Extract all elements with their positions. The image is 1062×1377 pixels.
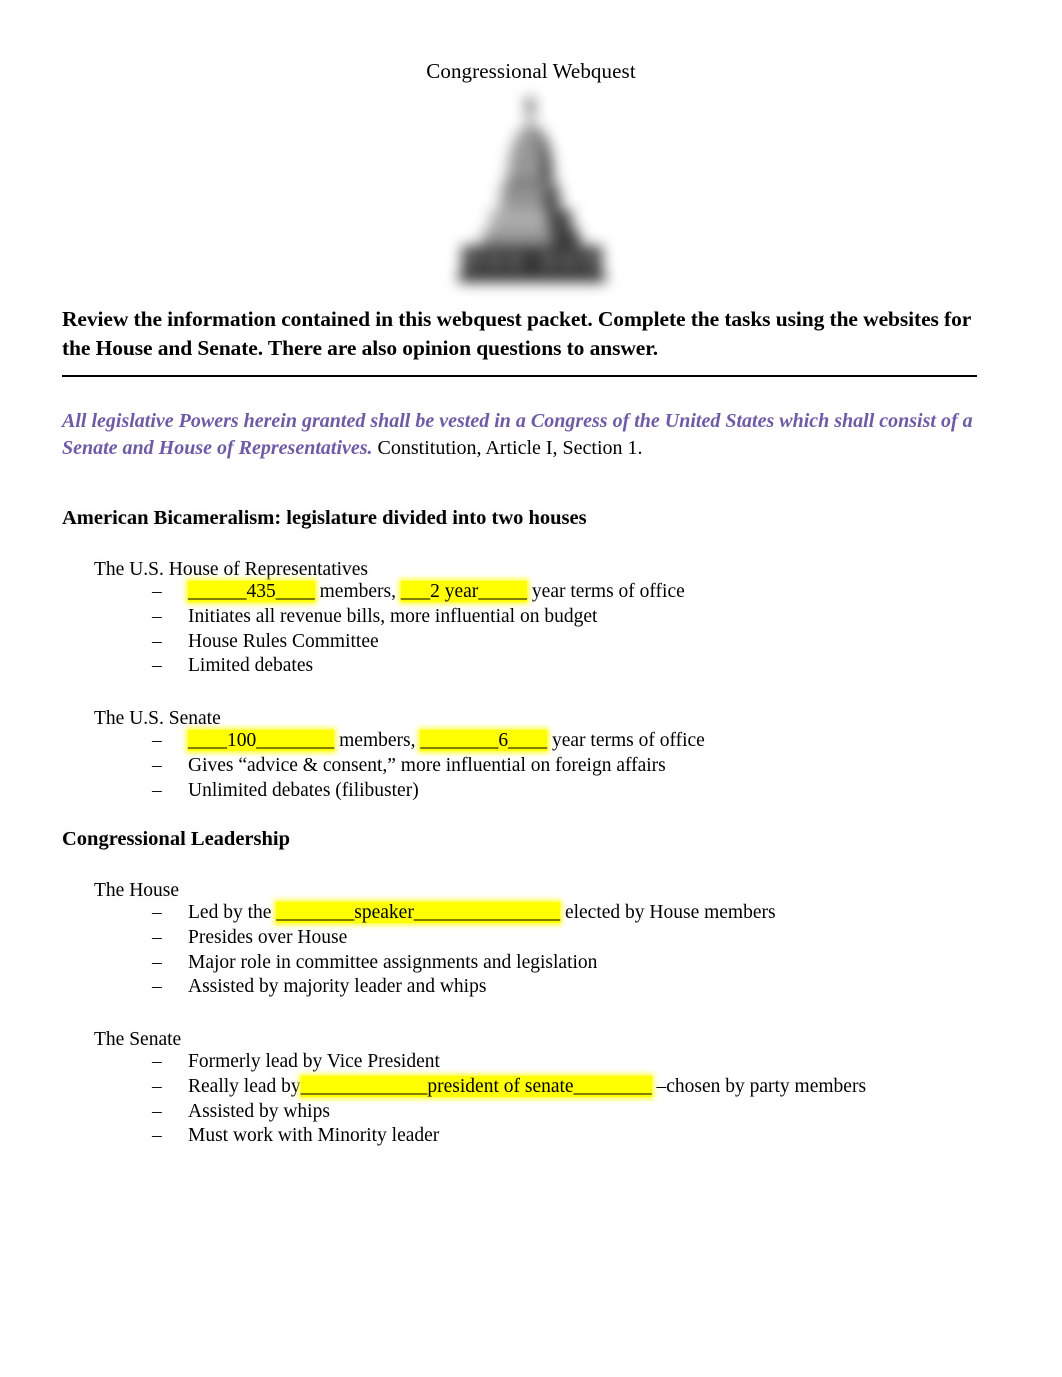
plain-text: Limited debates	[188, 655, 314, 677]
highlighted-answer: ________6____	[420, 730, 548, 751]
bullet-list-the-senate: – Formerly lead by Vice President – Really …	[152, 1050, 1032, 1149]
bullet-dash-icon: –	[152, 754, 162, 776]
plain-text: year terms of office	[547, 730, 705, 751]
bullet-dash-icon: –	[152, 1051, 162, 1072]
plain-text: Really lead by	[188, 1075, 301, 1097]
bullet-dash-icon: –	[152, 951, 162, 973]
plain-text: Led by the	[188, 902, 277, 923]
bullet-item: – ______435____ members, ___2 year_____ y…	[152, 580, 1032, 605]
bullet-dash-icon: –	[152, 730, 162, 751]
bullet-dash-icon: –	[152, 1125, 162, 1147]
bullet-item: – House Rules Committee	[152, 630, 1032, 655]
subheading-us-house: The U.S. House of Representatives	[94, 559, 369, 580]
bullet-text: Led by the ________speaker______________…	[188, 902, 776, 923]
bullet-item: – Led by the ________speaker_____________…	[152, 901, 1032, 926]
plain-text: members,	[334, 730, 421, 751]
plain-text: members,	[314, 581, 401, 602]
plain-text: Assisted by majority leader and whips	[188, 976, 487, 998]
bullet-list-us-senate: – ____100________ members, ________6____ …	[152, 729, 1032, 803]
highlighted-answer: ________speaker_______________	[276, 902, 561, 923]
bullet-item: – Major role in committee assignments and…	[152, 951, 1032, 976]
bullet-dash-icon: –	[152, 1075, 162, 1097]
bullet-dash-icon: –	[152, 581, 162, 602]
page-title: Congressional Webquest	[426, 59, 636, 83]
plain-text: House Rules Committee	[188, 630, 379, 652]
bullet-item: – Must work with Minority leader	[152, 1124, 1032, 1149]
intro-instructions: Review the information contained in this…	[62, 307, 971, 360]
bullet-dash-icon: –	[152, 655, 162, 677]
plain-text: Unlimited debates (filibuster)	[188, 779, 419, 801]
bullet-text: Must work with Minority leader	[188, 1125, 439, 1146]
bullet-dash-icon: –	[152, 1100, 162, 1122]
bullet-text: Gives “advice & consent,” more influenti…	[188, 755, 666, 776]
plain-text: Initiates all revenue bills, more influe…	[188, 605, 598, 627]
bullet-text: Assisted by majority leader and whips	[188, 976, 486, 997]
subheading-us-senate: The U.S. Senate	[94, 708, 221, 729]
plain-text: –chosen by party members	[651, 1075, 867, 1097]
plain-text: Presides over House	[188, 926, 348, 948]
plain-text: Must work with Minority leader	[188, 1125, 440, 1147]
constitution-quote: All legislative Powers herein granted sh…	[62, 408, 1002, 461]
subheading-the-senate: The Senate	[94, 1029, 182, 1050]
bullet-text: ______435____ members, ___2 year_____ ye…	[188, 581, 685, 602]
bullet-text: Limited debates	[188, 655, 313, 676]
bullet-item: – Really lead by_____________president of…	[152, 1075, 1032, 1100]
bullet-dash-icon: –	[152, 779, 162, 801]
plain-text: Major role in committee assignments and …	[188, 951, 598, 973]
horizontal-divider	[62, 375, 977, 377]
highlighted-answer: ______435____	[188, 581, 315, 602]
capitol-building-image	[452, 96, 612, 286]
bullet-item: – Presides over House	[152, 926, 1032, 951]
subheading-the-house: The House	[94, 880, 180, 901]
bullet-text: Formerly lead by Vice President	[188, 1051, 440, 1072]
bullet-list-us-house: – ______435____ members, ___2 year_____ y…	[152, 580, 1032, 679]
bullet-item: – Limited debates	[152, 654, 1032, 679]
bullet-item: – Initiates all revenue bills, more influ…	[152, 605, 1032, 630]
bullet-text: ____100________ members, ________6____ y…	[188, 730, 705, 751]
bullet-item: – Assisted by whips	[152, 1100, 1032, 1125]
plain-text: Assisted by whips	[188, 1100, 330, 1122]
section-heading-leadership: Congressional Leadership	[62, 828, 291, 850]
bullet-text: House Rules Committee	[188, 631, 379, 652]
highlighted-answer: ____100________	[188, 730, 335, 751]
plain-text: Formerly lead by Vice President	[188, 1051, 440, 1072]
highlighted-answer: ___2 year_____	[400, 581, 528, 602]
bullet-item: – Formerly lead by Vice President	[152, 1050, 1032, 1075]
plain-text: elected by House members	[560, 902, 776, 923]
bullet-text: Initiates all revenue bills, more influe…	[188, 606, 597, 627]
quote-citation: Constitution, Article I, Section 1.	[372, 436, 643, 459]
bullet-item: – Gives “advice & consent,” more influent…	[152, 754, 1032, 779]
bullet-item: – Unlimited debates (filibuster)	[152, 779, 1032, 804]
document-page: Congressional Webquest Review the inform…	[0, 0, 1062, 1377]
section-heading-bicameralism: American Bicameralism: legislature divid…	[62, 507, 587, 529]
bullet-text: Presides over House	[188, 927, 347, 948]
bullet-text: Major role in committee assignments and …	[188, 952, 597, 973]
plain-text: Gives “advice & consent,” more influenti…	[188, 754, 666, 776]
bullet-dash-icon: –	[152, 605, 162, 627]
bullet-text: Really lead by_____________president of …	[188, 1075, 867, 1097]
bullet-item: – Assisted by majority leader and whips	[152, 975, 1032, 1000]
bullet-dash-icon: –	[152, 976, 162, 998]
bullet-text: Assisted by whips	[188, 1101, 330, 1122]
bullet-dash-icon: –	[152, 926, 162, 948]
bullet-item: – ____100________ members, ________6____ …	[152, 729, 1032, 754]
bullet-dash-icon: –	[152, 630, 162, 652]
plain-text: year terms of office	[527, 581, 685, 602]
bullet-dash-icon: –	[152, 902, 162, 923]
bullet-list-the-house: – Led by the ________speaker_____________…	[152, 901, 1032, 1000]
bullet-text: Unlimited debates (filibuster)	[188, 780, 419, 801]
highlighted-answer: _____________president of senate________	[300, 1075, 652, 1097]
